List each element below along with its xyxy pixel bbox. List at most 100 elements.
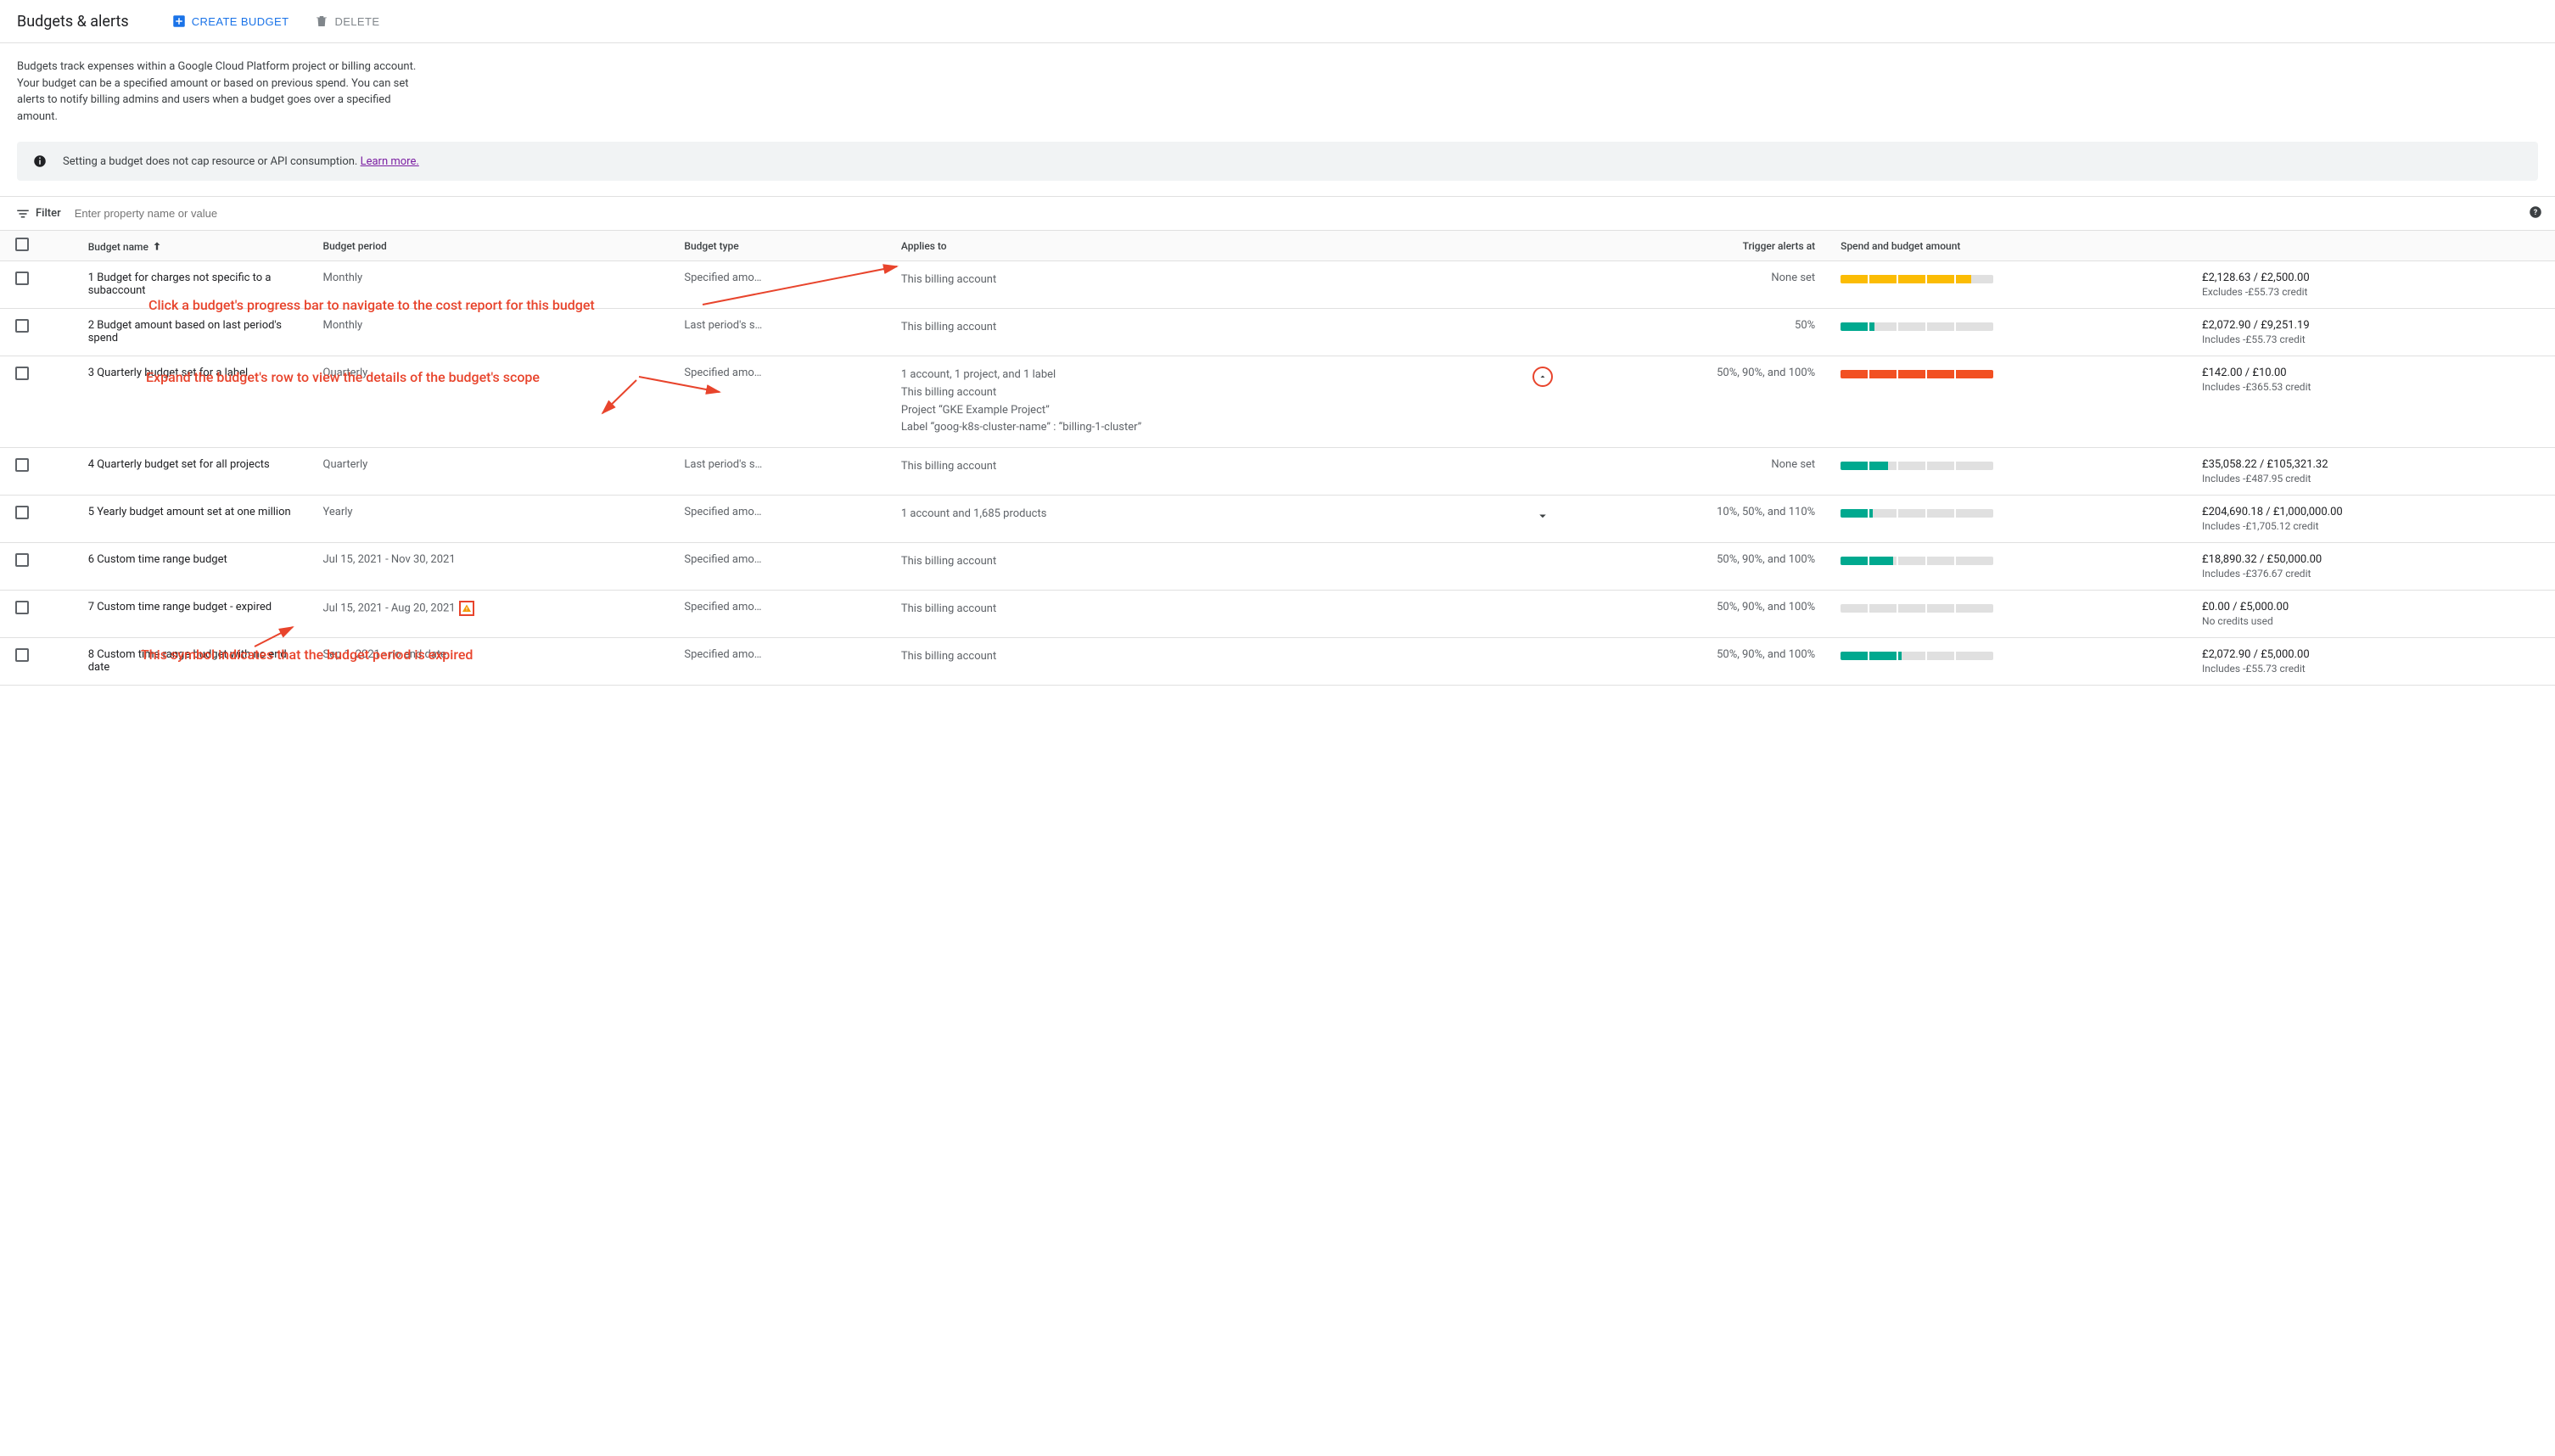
progress-bar[interactable]: [1841, 509, 1993, 518]
table-row[interactable]: 3 Quarterly budget set for a labelQuarte…: [0, 356, 2555, 448]
budget-type-cell: Last period's s…: [675, 448, 893, 496]
filter-label: Filter: [15, 206, 61, 221]
row-checkbox[interactable]: [15, 458, 29, 472]
trash-icon: [314, 14, 329, 29]
col-header-applies[interactable]: Applies to: [893, 231, 1561, 261]
col-header-spend[interactable]: Spend and budget amount: [1832, 231, 2194, 261]
applies-to-cell: This billing account: [893, 591, 1561, 638]
spend-amount-cell: £2,072.90 / £5,000.00Includes -£55.73 cr…: [2194, 638, 2555, 686]
trigger-alerts-cell: 50%, 90%, and 100%: [1561, 356, 1832, 448]
budget-period-cell: Sep 1, 2021 - no end date: [315, 638, 676, 686]
budget-period-cell: Yearly: [315, 496, 676, 543]
chevron-up-icon[interactable]: [1532, 367, 1553, 387]
col-header-type[interactable]: Budget type: [675, 231, 893, 261]
row-checkbox[interactable]: [15, 506, 29, 519]
row-checkbox[interactable]: [15, 272, 29, 285]
table-row[interactable]: 7 Custom time range budget - expiredJul …: [0, 591, 2555, 638]
budget-name-cell[interactable]: 5 Yearly budget amount set at one millio…: [80, 496, 315, 543]
budget-name-cell[interactable]: 7 Custom time range budget - expired: [80, 591, 315, 638]
budget-type-cell: Specified amo…: [675, 638, 893, 686]
budget-type-cell: Specified amo…: [675, 543, 893, 591]
progress-bar[interactable]: [1841, 557, 1993, 565]
header-bar: Budgets & alerts CREATE BUDGET DELETE: [0, 0, 2555, 43]
applies-to-cell: This billing account: [893, 309, 1561, 356]
delete-label: DELETE: [334, 15, 379, 28]
spend-amount-cell: £142.00 / £10.00Includes -£365.53 credit: [2194, 356, 2555, 448]
trigger-alerts-cell: 50%: [1561, 309, 1832, 356]
budget-period-cell: Monthly: [315, 309, 676, 356]
spend-amount-cell: £35,058.22 / £105,321.32Includes -£487.9…: [2194, 448, 2555, 496]
budget-period-cell: Quarterly: [315, 448, 676, 496]
trigger-alerts-cell: None set: [1561, 261, 1832, 309]
chevron-down-icon[interactable]: [1532, 506, 1553, 526]
banner-text: Setting a budget does not cap resource o…: [63, 155, 361, 168]
budget-period-cell: Monthly: [315, 261, 676, 309]
col-header-name[interactable]: Budget name: [80, 231, 315, 261]
applies-to-cell: This billing account: [893, 543, 1561, 591]
budget-name-cell[interactable]: 3 Quarterly budget set for a label: [80, 356, 315, 448]
sort-arrow-up-icon: [151, 240, 163, 255]
spend-amount-cell: £18,890.32 / £50,000.00Includes -£376.67…: [2194, 543, 2555, 591]
trigger-alerts-cell: 50%, 90%, and 100%: [1561, 543, 1832, 591]
budget-name-cell[interactable]: 4 Quarterly budget set for all projects: [80, 448, 315, 496]
row-checkbox[interactable]: [15, 648, 29, 662]
filter-input[interactable]: [70, 202, 2540, 225]
help-icon[interactable]: ?: [2528, 204, 2543, 223]
info-icon: [32, 154, 48, 169]
table-row[interactable]: 2 Budget amount based on last period's s…: [0, 309, 2555, 356]
progress-bar[interactable]: [1841, 370, 1993, 378]
spend-amount-cell: £0.00 / £5,000.00No credits used: [2194, 591, 2555, 638]
create-budget-label: CREATE BUDGET: [192, 15, 289, 28]
budget-name-cell[interactable]: 8 Custom time range budget with no end d…: [80, 638, 315, 686]
budget-name-cell[interactable]: 6 Custom time range budget: [80, 543, 315, 591]
page-title: Budgets & alerts: [17, 13, 129, 31]
progress-bar[interactable]: [1841, 275, 1993, 283]
trigger-alerts-cell: 50%, 90%, and 100%: [1561, 591, 1832, 638]
select-all-checkbox[interactable]: [15, 238, 29, 251]
spend-amount-cell: £2,128.63 / £2,500.00Excludes -£55.73 cr…: [2194, 261, 2555, 309]
applies-to-cell: This billing account: [893, 448, 1561, 496]
applies-to-cell: 1 account, 1 project, and 1 labelThis bi…: [893, 356, 1561, 448]
spend-amount-cell: £204,690.18 / £1,000,000.00Includes -£1,…: [2194, 496, 2555, 543]
delete-button[interactable]: DELETE: [305, 8, 388, 34]
row-checkbox[interactable]: [15, 367, 29, 380]
filter-bar: Filter ?: [0, 196, 2555, 231]
col-header-trigger[interactable]: Trigger alerts at: [1561, 231, 1832, 261]
progress-bar[interactable]: [1841, 652, 1993, 660]
row-checkbox[interactable]: [15, 601, 29, 614]
col-header-period[interactable]: Budget period: [315, 231, 676, 261]
row-checkbox[interactable]: [15, 553, 29, 567]
applies-to-cell: This billing account: [893, 638, 1561, 686]
budget-type-cell: Specified amo…: [675, 496, 893, 543]
progress-bar[interactable]: [1841, 462, 1993, 470]
applies-to-cell: This billing account: [893, 261, 1561, 309]
trigger-alerts-cell: None set: [1561, 448, 1832, 496]
svg-text:?: ?: [2534, 209, 2538, 217]
budget-type-cell: Specified amo…: [675, 591, 893, 638]
table-row[interactable]: 5 Yearly budget amount set at one millio…: [0, 496, 2555, 543]
budget-name-cell[interactable]: 1 Budget for charges not specific to a s…: [80, 261, 315, 309]
budgets-table: Budget name Budget period Budget type Ap…: [0, 231, 2555, 686]
spend-amount-cell: £2,072.90 / £9,251.19Includes -£55.73 cr…: [2194, 309, 2555, 356]
progress-bar[interactable]: [1841, 604, 1993, 613]
trigger-alerts-cell: 10%, 50%, and 110%: [1561, 496, 1832, 543]
plus-box-icon: [171, 14, 187, 29]
budget-period-cell: Jul 15, 2021 - Nov 30, 2021: [315, 543, 676, 591]
intro-text: Budgets track expenses within a Google C…: [0, 43, 450, 133]
table-row[interactable]: 6 Custom time range budgetJul 15, 2021 -…: [0, 543, 2555, 591]
budget-name-cell[interactable]: 2 Budget amount based on last period's s…: [80, 309, 315, 356]
budget-type-cell: Specified amo…: [675, 261, 893, 309]
budget-period-cell: Quarterly: [315, 356, 676, 448]
info-banner: Setting a budget does not cap resource o…: [17, 142, 2538, 181]
table-row[interactable]: 8 Custom time range budget with no end d…: [0, 638, 2555, 686]
learn-more-link[interactable]: Learn more.: [361, 155, 419, 168]
expired-warning-icon: [459, 601, 474, 616]
progress-bar[interactable]: [1841, 322, 1993, 331]
table-row[interactable]: 4 Quarterly budget set for all projectsQ…: [0, 448, 2555, 496]
filter-icon: [15, 206, 31, 221]
budget-type-cell: Specified amo…: [675, 356, 893, 448]
row-checkbox[interactable]: [15, 319, 29, 333]
table-row[interactable]: 1 Budget for charges not specific to a s…: [0, 261, 2555, 309]
create-budget-button[interactable]: CREATE BUDGET: [163, 8, 298, 34]
budget-period-cell: Jul 15, 2021 - Aug 20, 2021: [315, 591, 676, 638]
